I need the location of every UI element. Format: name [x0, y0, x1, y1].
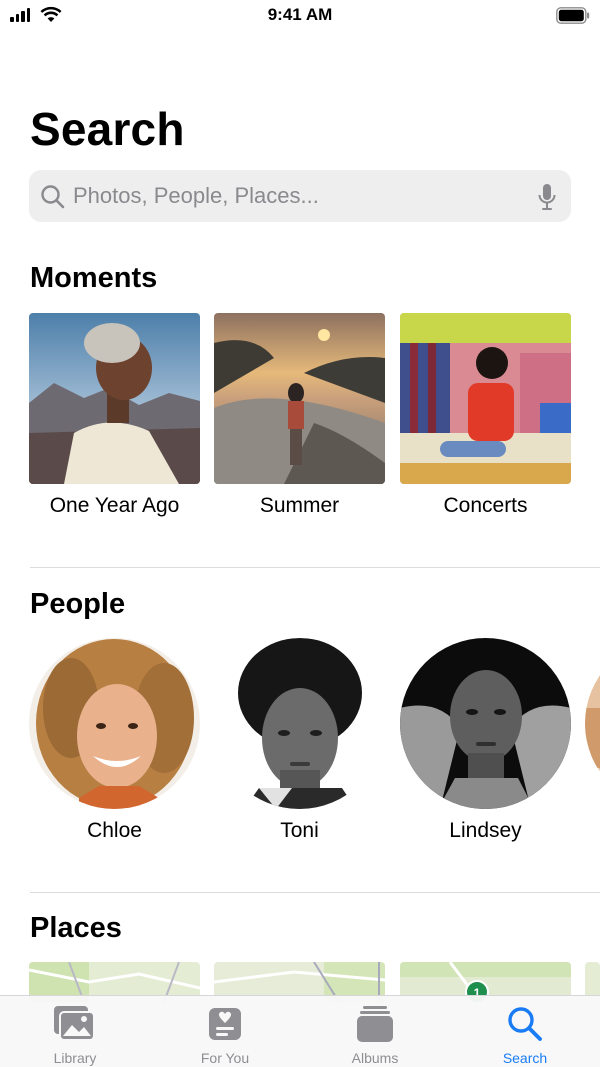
search-icon — [41, 185, 65, 209]
tab-bar: Library For You Albums Search — [0, 995, 600, 1067]
search-icon — [450, 1004, 600, 1044]
tab-albums[interactable]: Albums — [300, 1004, 450, 1066]
person-avatar — [214, 638, 385, 809]
status-time: 9:41 AM — [267, 5, 333, 24]
places-section-title: Places — [30, 912, 122, 944]
people-section-title: People — [30, 588, 126, 620]
section-divider — [30, 567, 600, 568]
search-input[interactable] — [73, 180, 513, 212]
section-divider — [30, 892, 600, 893]
moment-label: One Year Ago — [49, 494, 180, 517]
album-stack-icon — [300, 1004, 450, 1044]
heart-card-icon — [150, 1004, 300, 1044]
microphone-icon[interactable] — [537, 183, 557, 211]
person-name: Lindsey — [449, 819, 522, 842]
photo-stack-icon — [0, 1004, 150, 1044]
person-avatar — [585, 638, 600, 809]
tab-label: Albums — [351, 1050, 399, 1066]
person-card[interactable]: Chloe — [29, 638, 200, 843]
moments-section-title: Moments — [30, 262, 158, 294]
tab-search[interactable]: Search — [450, 1004, 600, 1066]
person-avatar — [29, 638, 200, 809]
battery-icon — [556, 7, 590, 24]
tab-label: For You — [200, 1050, 250, 1066]
moment-card[interactable]: One Year Ago — [29, 313, 200, 518]
moment-thumbnail — [400, 313, 571, 484]
person-avatar — [400, 638, 571, 809]
moment-label: Summer — [259, 494, 340, 517]
status-bar: 9:41 AM — [0, 0, 600, 32]
person-name: Chloe — [87, 819, 142, 842]
person-card[interactable]: Lindsey — [400, 638, 571, 843]
moment-card[interactable]: Summer — [214, 313, 385, 518]
tab-label: Search — [502, 1050, 548, 1066]
moment-thumbnail — [214, 313, 385, 484]
person-card-partial[interactable] — [585, 638, 600, 809]
moment-label: Concerts — [443, 494, 528, 517]
moment-thumbnail — [29, 313, 200, 484]
tab-for-you[interactable]: For You — [150, 1004, 300, 1066]
tab-library[interactable]: Library — [0, 1004, 150, 1066]
tab-label: Library — [53, 1050, 97, 1066]
person-name: Toni — [280, 819, 319, 842]
person-card[interactable]: Toni — [214, 638, 385, 843]
search-bar[interactable] — [29, 170, 571, 222]
moment-card[interactable]: Concerts — [400, 313, 571, 518]
page-title: Search — [30, 103, 185, 155]
